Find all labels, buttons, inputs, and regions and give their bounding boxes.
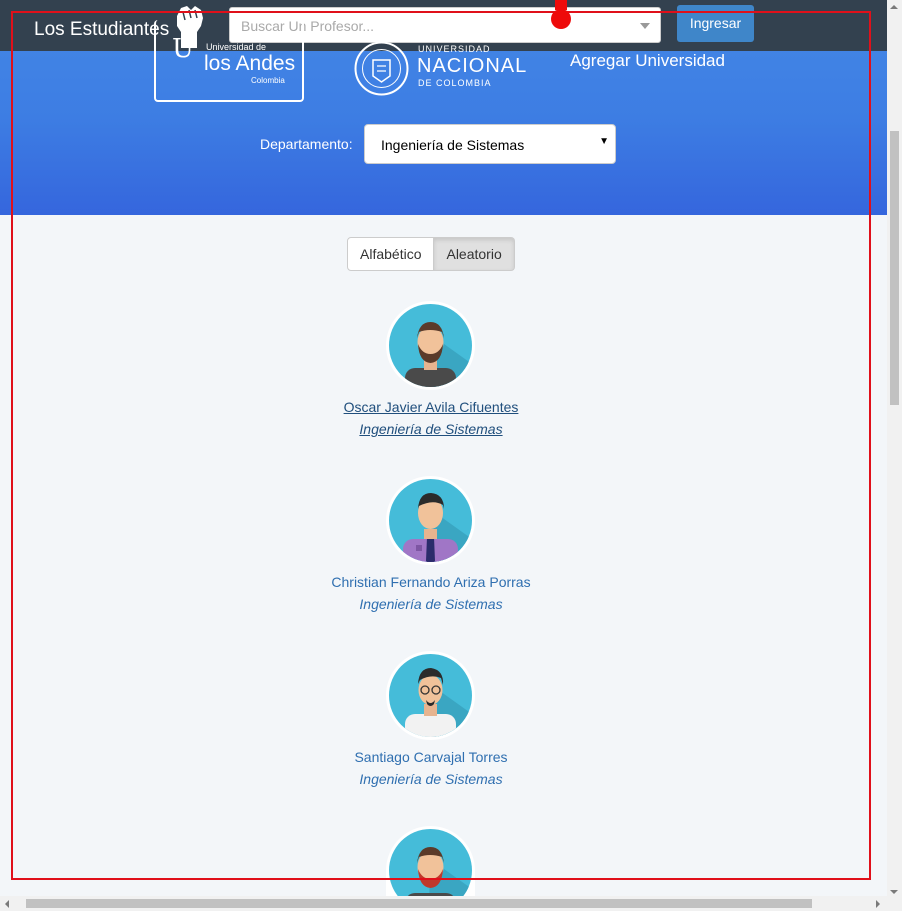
scroll-up-arrow-icon[interactable] [890, 5, 898, 9]
annotation-frame [11, 11, 871, 880]
horizontal-scrollbar[interactable] [0, 896, 887, 911]
horizontal-scroll-thumb[interactable] [26, 899, 812, 908]
scroll-left-arrow-icon[interactable] [5, 900, 9, 908]
annotation-marker-dot [551, 9, 571, 29]
scroll-down-arrow-icon[interactable] [890, 890, 898, 894]
vertical-scroll-thumb[interactable] [890, 131, 899, 405]
scroll-right-arrow-icon[interactable] [876, 900, 880, 908]
vertical-scrollbar[interactable] [887, 0, 902, 911]
